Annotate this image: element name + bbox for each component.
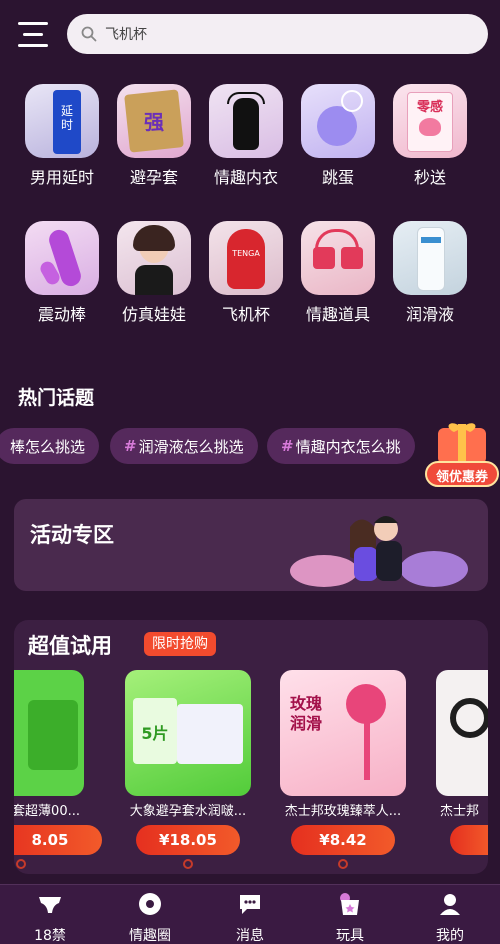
bottom-tab-bar: 18禁 情趣圈 消息 玩具 我的 bbox=[0, 884, 500, 944]
product-name: 杰士邦玫瑰臻萃人... bbox=[284, 804, 402, 819]
lubricant-bottle-icon bbox=[393, 221, 467, 295]
product-card[interactable]: 玫瑰 润滑 杰士邦玫瑰臻萃人... ¥8.42 bbox=[280, 670, 406, 870]
topic-text: 情趣内衣怎么挑 bbox=[295, 437, 401, 456]
tab-label: 18禁 bbox=[34, 928, 66, 944]
category-label: 仿真娃娃 bbox=[121, 305, 186, 324]
product-image bbox=[14, 670, 84, 796]
category-item[interactable]: 延 时 男用延时 bbox=[18, 84, 106, 204]
fast-delivery-box-icon: 零感 bbox=[393, 84, 467, 158]
category-item[interactable]: 震动棒 bbox=[18, 221, 106, 341]
category-label: 跳蛋 bbox=[321, 168, 354, 187]
topic-text: 润滑液怎么挑选 bbox=[138, 437, 244, 456]
product-name: 套超薄00... bbox=[14, 804, 80, 819]
category-label: 秒送 bbox=[413, 168, 446, 187]
product-image bbox=[436, 670, 488, 796]
product-price: ¥18.05 bbox=[136, 825, 240, 855]
couple-illustration bbox=[290, 516, 468, 587]
category-item[interactable]: 润滑液 bbox=[386, 221, 474, 341]
product-price bbox=[450, 825, 488, 855]
coupon-label: 领优惠券 bbox=[435, 470, 488, 485]
tab-18[interactable]: 18禁 bbox=[10, 891, 90, 944]
thumb-text: 强 bbox=[144, 110, 164, 134]
toy-bag-icon bbox=[340, 893, 359, 915]
restraints-icon bbox=[301, 221, 375, 295]
activity-title: 活动专区 bbox=[30, 523, 114, 547]
product-name: 杰士邦 bbox=[440, 804, 480, 819]
message-icon bbox=[240, 895, 260, 914]
price-indicator bbox=[183, 859, 193, 869]
product-image: 玫瑰 润滑 bbox=[280, 670, 406, 796]
flash-sale-badge: 限时抢购 bbox=[144, 632, 216, 656]
category-item[interactable]: 情趣道具 bbox=[294, 221, 382, 341]
search-icon bbox=[81, 26, 97, 42]
product-price: ¥8.42 bbox=[291, 825, 395, 855]
trial-title: 超值试用 bbox=[28, 634, 112, 658]
price-indicator bbox=[338, 859, 348, 869]
profile-icon bbox=[440, 894, 460, 915]
category-item[interactable]: 零感 秒送 bbox=[386, 84, 474, 204]
category-item[interactable]: 跳蛋 bbox=[294, 84, 382, 204]
top-bar: 飞机杯 bbox=[0, 0, 500, 78]
category-item[interactable]: 情趣内衣 bbox=[202, 84, 290, 204]
tab-label: 我的 bbox=[436, 928, 464, 944]
masturbator-cup-icon: TENGA bbox=[209, 221, 283, 295]
product-card[interactable]: 5片 大象避孕套水润啵... ¥18.05 bbox=[125, 670, 251, 870]
lingerie-icon bbox=[209, 84, 283, 158]
box-text: 5片 bbox=[141, 724, 169, 743]
product-image: 5片 bbox=[125, 670, 251, 796]
vibrating-egg-icon bbox=[301, 84, 375, 158]
search-bar[interactable]: 飞机杯 bbox=[67, 14, 488, 54]
category-item[interactable]: 强 避孕套 bbox=[110, 84, 198, 204]
product-card[interactable]: 杰士邦 bbox=[436, 670, 488, 870]
category-label: 震动棒 bbox=[37, 305, 86, 324]
tab-community[interactable]: 情趣圈 bbox=[110, 891, 190, 944]
trial-section: 超值试用 限时抢购 套超薄00... 8.05 5片 大象避孕套水润啵... ¥… bbox=[14, 620, 488, 874]
activity-zone-banner[interactable]: 活动专区 bbox=[14, 499, 488, 591]
topic-chip[interactable]: # 润滑液怎么挑选 bbox=[110, 428, 258, 464]
thumb-text: TENGA bbox=[232, 249, 260, 258]
category-label: 情趣道具 bbox=[305, 305, 370, 324]
tab-messages[interactable]: 消息 bbox=[210, 891, 290, 944]
tab-label: 玩具 bbox=[336, 928, 364, 944]
hash-icon: # bbox=[281, 437, 294, 455]
category-label: 润滑液 bbox=[405, 305, 454, 324]
tab-label: 消息 bbox=[236, 928, 264, 944]
product-card[interactable]: 套超薄00... 8.05 bbox=[14, 670, 102, 870]
topic-text: 棒怎么挑选 bbox=[10, 437, 86, 456]
product-price: 8.05 bbox=[14, 825, 102, 855]
topic-chip[interactable]: 棒怎么挑选 bbox=[0, 428, 100, 464]
tab-label: 情趣圈 bbox=[129, 928, 171, 944]
thumb-text: 延 时 bbox=[60, 104, 73, 132]
community-icon bbox=[139, 893, 161, 915]
hot-topics-title: 热门话题 bbox=[18, 387, 95, 409]
vibrator-icon bbox=[25, 221, 99, 295]
search-placeholder: 飞机杯 bbox=[105, 27, 147, 43]
doll-icon bbox=[117, 221, 191, 295]
menu-icon[interactable] bbox=[18, 22, 48, 48]
category-label: 避孕套 bbox=[129, 168, 178, 187]
coupon-gift-button[interactable]: 领优惠券 bbox=[424, 420, 500, 492]
delay-spray-icon: 延 时 bbox=[25, 84, 99, 158]
category-item[interactable]: 仿真娃娃 bbox=[110, 221, 198, 341]
condom-box-icon: 强 bbox=[117, 84, 191, 158]
category-item[interactable]: TENGA 飞机杯 bbox=[202, 221, 290, 341]
price-indicator bbox=[16, 859, 26, 869]
topic-chip[interactable]: # 情趣内衣怎么挑 bbox=[267, 428, 415, 464]
box-text: 玫瑰 润滑 bbox=[290, 694, 323, 733]
category-label: 飞机杯 bbox=[221, 305, 270, 324]
thumb-text: 零感 bbox=[416, 100, 443, 115]
tab-profile[interactable]: 我的 bbox=[410, 891, 490, 944]
category-label: 情趣内衣 bbox=[213, 168, 278, 187]
category-label: 男用延时 bbox=[29, 168, 94, 187]
tab-toys[interactable]: 玩具 bbox=[310, 891, 390, 944]
hash-icon: # bbox=[124, 437, 137, 455]
underwear-icon bbox=[39, 897, 61, 913]
product-name: 大象避孕套水润啵... bbox=[129, 804, 247, 819]
